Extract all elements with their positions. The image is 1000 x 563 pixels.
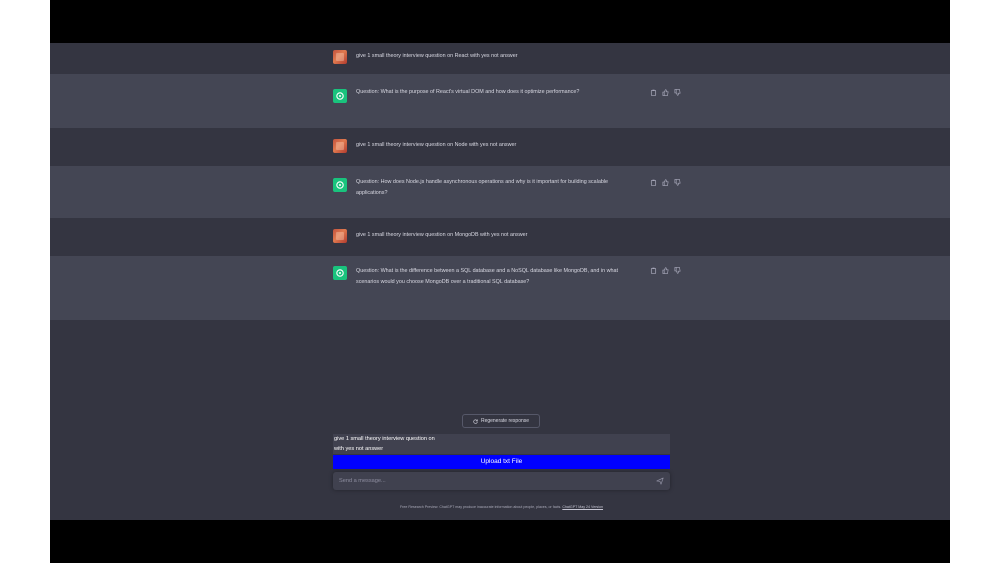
message-actions [650, 267, 681, 274]
thumbs-down-icon[interactable] [674, 89, 681, 96]
message-input-box [333, 472, 670, 490]
openai-logo-icon [333, 89, 347, 103]
message-row-assistant: Question: How does Node.js handle asynch… [50, 166, 950, 218]
message-actions [650, 179, 681, 186]
message-actions [650, 89, 681, 96]
draft-text-line[interactable]: give 1 small theory interview question o… [333, 434, 670, 444]
paper-plane-icon[interactable] [656, 477, 664, 485]
message-row-assistant: Question: What is the purpose of React's… [50, 74, 950, 128]
thumbs-down-icon[interactable] [674, 179, 681, 186]
user-message: give 1 small theory interview question o… [356, 232, 528, 238]
version-link[interactable]: ChatGPT May 24 Version [562, 505, 603, 509]
chat-app: give 1 small theory interview question o… [50, 43, 950, 520]
refresh-icon [473, 419, 478, 424]
openai-logo-icon [333, 266, 347, 280]
message-row-assistant: Question: What is the difference between… [50, 256, 950, 320]
user-avatar [333, 229, 347, 243]
message-row-user: give 1 small theory interview question o… [50, 128, 950, 166]
upload-txt-file-button[interactable]: Upload txt File [333, 455, 670, 469]
clipboard-icon[interactable] [650, 267, 657, 274]
assistant-message: Question: What is the difference between… [356, 268, 619, 285]
composer: give 1 small theory interview question o… [333, 434, 670, 490]
user-avatar [333, 50, 347, 64]
video-letterbox-frame: give 1 small theory interview question o… [50, 0, 950, 563]
draft-text-line[interactable]: with yes not answer [333, 444, 670, 454]
thumbs-up-icon[interactable] [662, 267, 669, 274]
thumbs-up-icon[interactable] [662, 89, 669, 96]
regenerate-response-button[interactable]: Regenerate response [462, 414, 540, 428]
regenerate-label: Regenerate response [480, 418, 530, 424]
clipboard-icon[interactable] [650, 89, 657, 96]
message-row-user: give 1 small theory interview question o… [50, 218, 950, 256]
thumbs-up-icon[interactable] [662, 179, 669, 186]
assistant-message: Question: What is the purpose of React's… [356, 89, 580, 95]
openai-logo-icon [333, 178, 347, 192]
user-message: give 1 small theory interview question o… [356, 53, 518, 59]
thumbs-down-icon[interactable] [674, 267, 681, 274]
clipboard-icon[interactable] [650, 179, 657, 186]
user-message: give 1 small theory interview question o… [356, 142, 517, 148]
assistant-message: Question: How does Node.js handle asynch… [356, 179, 609, 196]
user-avatar [333, 139, 347, 153]
footer-disclaimer: Free Research Preview. ChatGPT may produ… [333, 504, 670, 510]
footer-text: Free Research Preview. ChatGPT may produ… [399, 505, 562, 509]
send-message-input[interactable] [339, 472, 639, 490]
